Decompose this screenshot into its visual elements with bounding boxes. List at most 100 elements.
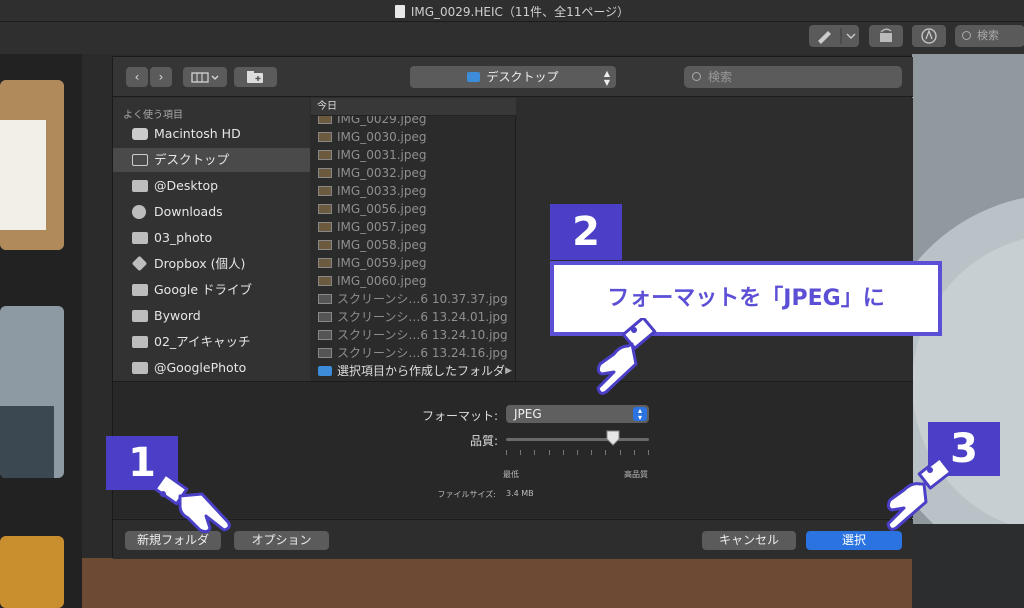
folder-icon: [132, 180, 148, 192]
format-label: フォーマット:: [421, 409, 498, 423]
chevron-right-icon: ›: [158, 70, 164, 84]
annotate-button[interactable]: [912, 25, 946, 47]
file-item[interactable]: スクリーンシ…6 13.24.01.jpg: [311, 308, 516, 326]
window-search-input[interactable]: 検索: [955, 25, 1024, 47]
file-item[interactable]: IMG_0032.jpeg: [311, 164, 516, 182]
file-item[interactable]: IMG_0033.jpeg: [311, 182, 516, 200]
thumbnail[interactable]: [0, 80, 64, 250]
sidebar-item-dropbox[interactable]: Dropbox (個人): [113, 252, 310, 276]
slider-tick: [520, 450, 521, 455]
sidebar-item-byword[interactable]: Byword: [113, 304, 310, 328]
options-button[interactable]: オプション: [234, 531, 329, 550]
dropbox-icon: [131, 255, 148, 272]
window-titlebar: IMG_0029.HEIC（11件、全11ページ）: [0, 0, 1024, 22]
image-file-icon: [318, 168, 332, 178]
folder-icon: [132, 310, 148, 322]
sidebar-item-at-desktop[interactable]: @Desktop: [113, 174, 310, 198]
new-folder-icon: [247, 71, 263, 83]
dialog-toolbar: ‹ › デスクトップ ▲ ▼ 検索: [113, 57, 913, 97]
slider-tick: [648, 450, 649, 455]
pen-circle-icon: [921, 28, 937, 44]
folder-icon: [132, 284, 148, 296]
chevron-left-icon: ‹: [134, 70, 140, 84]
sidebar-item-downloads[interactable]: Downloads: [113, 200, 310, 224]
back-button[interactable]: ‹: [126, 67, 148, 87]
screenshot-file-icon: [318, 348, 332, 358]
image-file-icon: [318, 258, 332, 268]
slider-tick: [577, 450, 578, 455]
image-file-icon: [318, 276, 332, 286]
select-button[interactable]: 選択: [806, 531, 902, 550]
file-item[interactable]: IMG_0056.jpeg: [311, 200, 516, 218]
slider-tick: [591, 450, 592, 455]
folder-icon: [132, 336, 148, 348]
file-item[interactable]: スクリーンシ…6 13.24.16.jpg: [311, 344, 516, 362]
quality-max-label: 高品質: [624, 470, 648, 479]
image-file-icon: [318, 132, 332, 142]
dialog-search-input[interactable]: 検索: [684, 66, 902, 88]
quality-min-label: 最低: [503, 470, 519, 479]
slider-tick: [605, 450, 606, 455]
forward-button[interactable]: ›: [150, 67, 172, 87]
quality-slider[interactable]: [506, 438, 649, 441]
filesize-label: ファイルサイズ:: [437, 490, 496, 499]
app-toolbar: 検索: [0, 22, 1024, 54]
file-column: 今日 IMG_0029.jpeg IMG_0030.jpeg IMG_0031.…: [311, 98, 516, 381]
file-item[interactable]: IMG_0057.jpeg: [311, 218, 516, 236]
folder-icon: [132, 362, 148, 374]
thumbnail-sidebar: [0, 54, 82, 608]
column-header-bar: 今日: [311, 98, 516, 116]
screenshot-file-icon: [318, 312, 332, 322]
format-select[interactable]: JPEG ▴ ▾: [506, 405, 649, 423]
screenshot-file-icon: [318, 294, 332, 304]
quality-slider-thumb[interactable]: [606, 430, 620, 446]
pointing-hand-icon: [153, 472, 231, 534]
file-item[interactable]: IMG_0059.jpeg: [311, 254, 516, 272]
image-file-icon: [318, 204, 332, 214]
sidebar-item-desktop[interactable]: デスクトップ: [113, 148, 310, 172]
slider-tick: [563, 450, 564, 455]
sidebar-item-03-photo[interactable]: 03_photo: [113, 226, 310, 250]
file-item[interactable]: IMG_0030.jpeg: [311, 128, 516, 146]
slider-tick: [549, 450, 550, 455]
markup-button[interactable]: [809, 25, 859, 47]
file-item[interactable]: IMG_0058.jpeg: [311, 236, 516, 254]
folder-icon: [467, 72, 481, 82]
folder-icon: [318, 366, 332, 376]
image-file-icon: [318, 150, 332, 160]
cancel-button[interactable]: キャンセル: [702, 531, 796, 550]
sidebar-item-google-drive[interactable]: Google ドライブ: [113, 278, 310, 302]
hard-drive-icon: [132, 128, 148, 140]
document-icon: [394, 5, 405, 18]
slider-tick: [506, 450, 507, 455]
favorites-sidebar: よく使う項目 Macintosh HD デスクトップ @Desktop Down…: [113, 98, 310, 381]
desktop-icon: [132, 154, 148, 166]
file-item[interactable]: スクリーンシ…6 13.24.10.jpg: [311, 326, 516, 344]
download-icon: [132, 205, 146, 219]
thumbnail[interactable]: [0, 306, 64, 478]
disclosure-arrow-icon: ▶: [505, 366, 512, 376]
sidebar-item-02-eyecatch[interactable]: 02_アイキャッチ: [113, 330, 310, 354]
slider-tick: [620, 450, 621, 455]
location-popup[interactable]: デスクトップ ▲ ▼: [410, 66, 616, 88]
thumbnail[interactable]: [0, 536, 64, 608]
file-item[interactable]: IMG_0031.jpeg: [311, 146, 516, 164]
file-item[interactable]: スクリーンシ…6 10.37.37.jpg: [311, 290, 516, 308]
new-folder-toolbar-button[interactable]: [234, 67, 277, 87]
rotate-button[interactable]: [869, 25, 903, 47]
screenshot-file-icon: [318, 330, 332, 340]
quality-label: 品質:: [469, 434, 498, 448]
file-item[interactable]: IMG_0060.jpeg: [311, 272, 516, 290]
pen-icon: [818, 28, 856, 44]
columns-view-icon: [191, 72, 219, 83]
sidebar-item-macintosh-hd[interactable]: Macintosh HD: [113, 122, 310, 146]
up-down-chevron-icon: ▲ ▼: [603, 69, 610, 87]
folder-item[interactable]: 選択項目から作成したフォルダ ▶: [311, 362, 516, 380]
quality-ticks: [506, 450, 649, 456]
slider-tick: [634, 450, 635, 455]
rotate-icon: [880, 28, 892, 42]
search-icon: [962, 31, 971, 40]
view-mode-button[interactable]: [183, 67, 227, 87]
sidebar-item-google-photo[interactable]: @GooglePhoto: [113, 356, 310, 380]
slider-tick: [534, 450, 535, 455]
